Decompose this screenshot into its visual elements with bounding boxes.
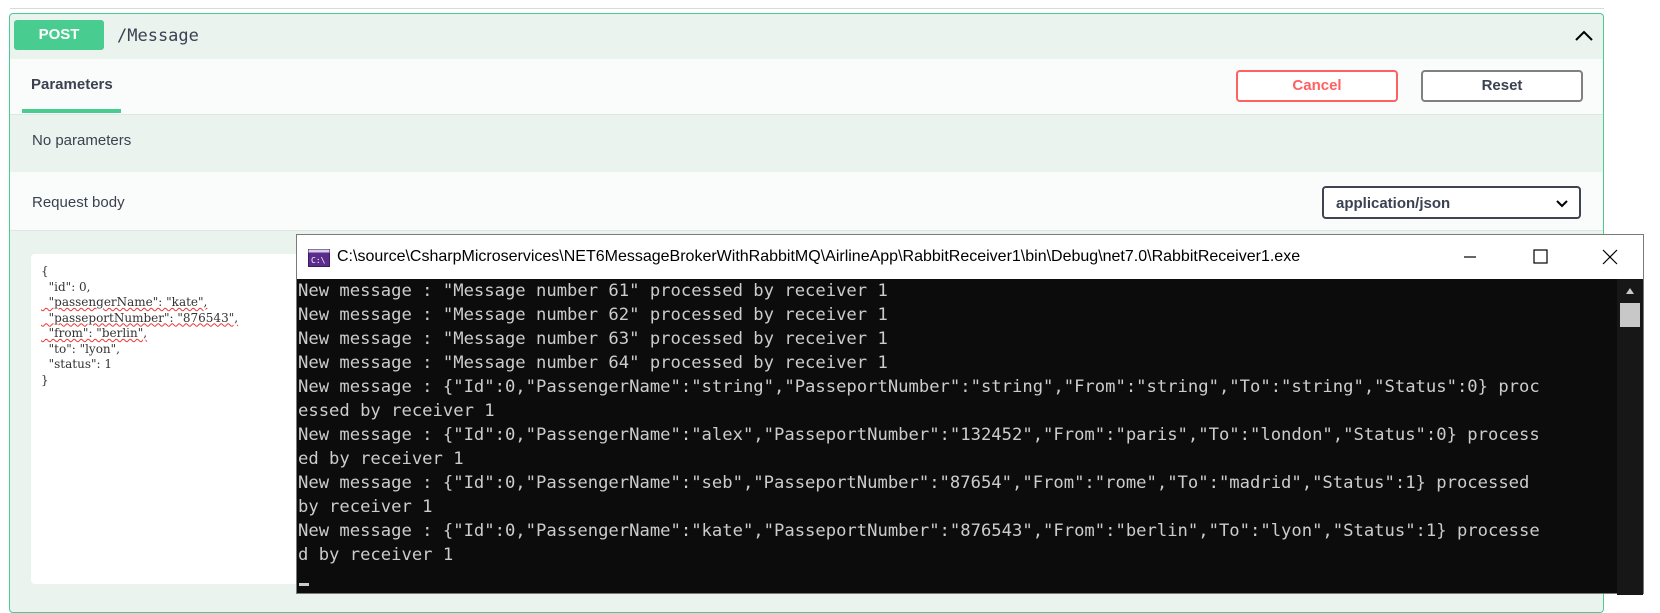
minimize-icon[interactable] (1447, 235, 1493, 279)
no-parameters-text: No parameters (32, 132, 132, 149)
content-type-select[interactable]: application/json (1322, 186, 1581, 219)
code-line: "from": "berlin", (41, 326, 148, 340)
code-line: "status": 1 (41, 357, 113, 371)
console-line: by receiver 1 (298, 497, 433, 517)
console-line: New message : {"Id":0,"PassengerName":"k… (298, 521, 1540, 541)
console-app-icon: C:\ (308, 249, 330, 267)
console-scrollbar[interactable] (1617, 279, 1643, 595)
request-body-code: { "id": 0, "passengerName": "kate", "pas… (41, 264, 238, 388)
console-window: C:\ C:\source\CsharpMicroservices\NET6Me… (296, 234, 1644, 595)
request-body-label: Request body (32, 194, 125, 211)
scroll-up-arrow-icon[interactable] (1625, 287, 1635, 295)
console-line: New message : "Message number 64" proces… (298, 353, 888, 373)
code-line: "to": "lyon", (41, 341, 120, 356)
chevron-down-icon (1556, 200, 1568, 208)
operation-summary[interactable]: POST /Message (10, 14, 1603, 60)
tab-parameters[interactable]: Parameters (22, 59, 121, 111)
console-line: ed by receiver 1 (298, 449, 464, 469)
endpoint-path: /Message (117, 26, 199, 46)
code-line: "passeportNumber": "876543", (41, 310, 239, 325)
console-line: essed by receiver 1 (298, 401, 495, 421)
active-tab-indicator (22, 109, 121, 113)
code-line: { (41, 264, 49, 278)
console-titlebar[interactable]: C:\ C:\source\CsharpMicroservices\NET6Me… (297, 235, 1643, 279)
request-body-editor[interactable]: { "id": 0, "passengerName": "kate", "pas… (31, 254, 331, 584)
top-divider (10, 8, 1604, 9)
console-title: C:\source\CsharpMicroservices\NET6Messag… (337, 248, 1301, 265)
console-line: New message : {"Id":0,"PassengerName":"a… (298, 425, 1540, 445)
http-method-badge: POST (14, 20, 104, 50)
tab-parameters-label: Parameters (31, 76, 113, 93)
console-line: New message : {"Id":0,"PassengerName":"s… (298, 377, 1540, 397)
code-line: "id": 0, (41, 279, 91, 294)
code-line: "passengerName": "kate", (41, 295, 208, 309)
close-icon[interactable] (1587, 235, 1633, 279)
cancel-button[interactable]: Cancel (1236, 70, 1398, 102)
parameters-header: Parameters Cancel Reset (10, 59, 1603, 115)
console-line: New message : "Message number 61" proces… (298, 281, 888, 301)
content-type-value: application/json (1336, 195, 1451, 212)
code-line: } (41, 372, 49, 387)
request-body-header: Request body application/json (10, 172, 1603, 231)
console-line: d by receiver 1 (298, 545, 454, 565)
console-line: New message : "Message number 62" proces… (298, 305, 888, 325)
svg-text:C:\: C:\ (311, 256, 326, 265)
reset-button[interactable]: Reset (1421, 70, 1583, 102)
scroll-thumb[interactable] (1620, 303, 1640, 327)
console-output: New message : "Message number 61" proces… (297, 279, 1615, 593)
console-line: New message : {"Id":0,"PassengerName":"s… (298, 473, 1530, 493)
console-line: New message : "Message number 63" proces… (298, 329, 888, 349)
maximize-icon[interactable] (1517, 235, 1563, 279)
chevron-up-icon[interactable] (1573, 25, 1595, 47)
